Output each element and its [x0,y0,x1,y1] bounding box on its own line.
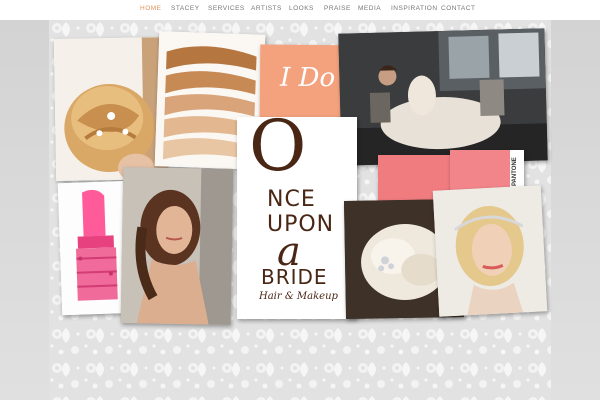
nav-item-home[interactable]: HOME [140,5,162,12]
logo-line-nce: NCE [267,187,316,212]
nav-item-inspiration[interactable]: INSPIRATION [391,5,438,12]
bride-gown-photo [338,28,548,166]
hair-updo-photo [53,37,169,181]
nav-menu: HOME STACEY SERVICES ARTISTS LOOKS PRAIS… [0,0,600,20]
logo-big-o: O [249,117,307,187]
nav-item-contact[interactable]: CONTACT [441,5,475,12]
nav-item-artists[interactable]: ARTISTS [251,5,282,12]
logo-line-bride: BRIDE [261,265,328,289]
left-gutter [0,20,49,400]
nav-item-stacey[interactable]: STACEY [171,5,200,12]
nav-item-services[interactable]: SERVICES [208,5,245,12]
blonde-bride-photo [432,185,548,317]
nav-item-media[interactable]: MEDIA [358,5,381,12]
right-gutter [551,20,600,400]
top-navigation: HOME STACEY SERVICES ARTISTS LOOKS PRAIS… [0,0,600,21]
logo-tagline: Hair & Makeup [259,291,338,302]
brunette-portrait-photo [120,167,234,325]
pantone-label: PANTONE [512,157,518,186]
nav-item-praise[interactable]: PRAISE [324,5,351,12]
brand-logo-card: O NCE UPON a BRIDE Hair & Makeup [237,117,357,319]
i-do-script: I Do [279,62,336,94]
nav-item-looks[interactable]: LOOKS [289,5,314,12]
